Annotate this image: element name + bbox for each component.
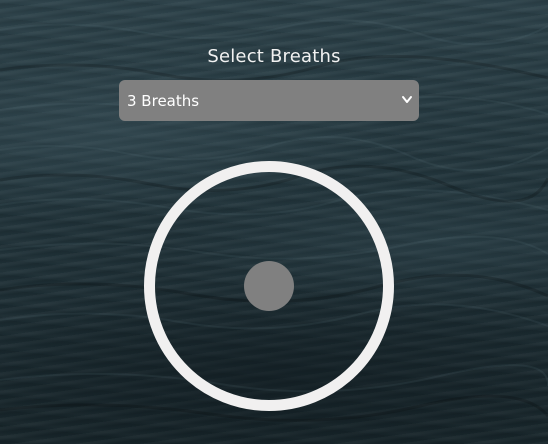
breath-count-select[interactable]: 3 Breaths bbox=[119, 80, 419, 121]
select-breaths-title: Select Breaths bbox=[207, 46, 341, 67]
breath-select-wrapper: 3 Breaths bbox=[119, 80, 419, 121]
breathing-dot bbox=[244, 261, 294, 311]
